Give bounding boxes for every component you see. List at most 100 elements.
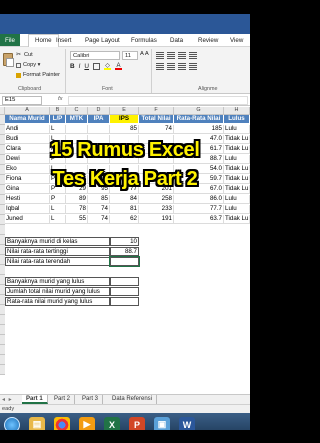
table-cell[interactable] — [110, 135, 139, 144]
font-grow-buttons[interactable]: A A — [140, 51, 149, 57]
table-cell[interactable]: 54.0 — [174, 165, 224, 174]
column-header[interactable]: H — [224, 107, 250, 115]
table-cell[interactable]: Juned — [5, 215, 50, 224]
table-cell[interactable]: 77 — [110, 185, 139, 194]
row-header[interactable] — [0, 355, 5, 365]
sheet-tab-part2[interactable]: Part 2 — [50, 395, 76, 404]
file-explorer-icon[interactable]: ▤ — [29, 416, 45, 430]
font-size-select[interactable]: 11 — [122, 51, 138, 60]
table-cell[interactable]: 78 — [66, 205, 88, 214]
tab-review[interactable]: Review — [198, 37, 218, 44]
tab-home[interactable]: Home — [28, 34, 59, 47]
row-header[interactable] — [0, 345, 5, 355]
table-cell[interactable]: Lulu — [224, 205, 250, 214]
table-cell[interactable] — [110, 165, 139, 174]
name-box[interactable]: E15 — [2, 96, 42, 105]
table-cell[interactable] — [110, 145, 139, 154]
table-cell[interactable]: P — [50, 145, 66, 154]
row-header[interactable] — [0, 305, 5, 315]
table-cell[interactable]: 85 — [110, 125, 139, 134]
tab-page-layout[interactable]: Page Layout — [85, 37, 120, 44]
fill-color-icon[interactable]: ◇ — [104, 63, 112, 70]
table-cell[interactable]: Tidak Lu — [224, 185, 250, 194]
table-cell[interactable]: Iqbal — [5, 205, 50, 214]
sheet-nav-arrows[interactable]: ◂ ▸ — [2, 396, 13, 403]
table-cell[interactable] — [88, 145, 110, 154]
photo-viewer-icon[interactable]: ▣ — [154, 416, 170, 430]
borders-icon[interactable] — [93, 63, 101, 70]
summary-value[interactable]: 10 — [110, 237, 139, 246]
row-header[interactable] — [0, 265, 5, 275]
table-cell[interactable]: L — [50, 135, 66, 144]
table-cell[interactable] — [66, 125, 88, 134]
table-cell[interactable]: 84 — [110, 195, 139, 204]
table-cell[interactable]: Clara — [5, 145, 50, 154]
table-cell[interactable]: 74 — [88, 205, 110, 214]
font-name-select[interactable]: Calibri — [70, 51, 120, 60]
table-cell[interactable]: 56 — [88, 175, 110, 184]
row-header[interactable] — [0, 315, 5, 325]
table-cell[interactable]: Hesti — [5, 195, 50, 204]
table-cell[interactable] — [110, 155, 139, 164]
table-cell[interactable]: 233 — [139, 205, 174, 214]
row-header[interactable] — [0, 225, 5, 235]
sheet-tab-part1[interactable]: Part 1 — [22, 395, 48, 404]
table-cell[interactable]: 86.0 — [174, 195, 224, 204]
table-cell[interactable]: 258 — [139, 195, 174, 204]
row-header[interactable] — [0, 365, 5, 375]
spreadsheet-grid[interactable]: A B C D E F G H Nama Murid L/P MTK IPA IPS To… — [0, 107, 250, 394]
table-cell[interactable] — [88, 155, 110, 164]
table-cell[interactable]: 29 — [66, 185, 88, 194]
table-cell[interactable]: 62 — [110, 215, 139, 224]
table-cell[interactable]: Fiona — [5, 175, 50, 184]
column-header[interactable]: C — [66, 107, 88, 115]
align-middle-icon[interactable] — [167, 52, 175, 59]
table-cell[interactable]: Tidak Lu — [224, 135, 250, 144]
table-cell[interactable]: Lulu — [224, 155, 250, 164]
column-header[interactable]: A — [5, 107, 50, 115]
cut-button[interactable]: ✂ Cut — [16, 52, 33, 58]
excel-icon[interactable]: X — [104, 416, 120, 430]
table-cell[interactable]: P — [50, 155, 66, 164]
tab-insert[interactable]: Insert — [56, 37, 71, 44]
table-cell[interactable] — [88, 125, 110, 134]
start-button-icon[interactable] — [4, 416, 20, 430]
table-cell[interactable]: 61.7 — [174, 145, 224, 154]
table-cell[interactable]: Tidak Lu — [224, 215, 250, 224]
table-cell[interactable]: 67.0 — [174, 185, 224, 194]
align-center-icon[interactable] — [167, 63, 175, 70]
table-cell[interactable] — [139, 165, 174, 174]
table-cell[interactable]: 75 — [110, 175, 139, 184]
media-player-icon[interactable]: ▶ — [79, 416, 95, 430]
table-cell[interactable]: L — [50, 215, 66, 224]
table-cell[interactable] — [66, 155, 88, 164]
table-cell[interactable]: 48 — [66, 175, 88, 184]
tab-formulas[interactable]: Formulas — [131, 37, 157, 44]
table-cell[interactable]: 88.7 — [174, 155, 224, 164]
indent-icon[interactable] — [189, 63, 197, 70]
table-cell[interactable]: Budi — [5, 135, 50, 144]
table-cell[interactable] — [66, 145, 88, 154]
italic-icon[interactable]: I — [79, 63, 81, 70]
table-cell[interactable]: 74 — [139, 125, 174, 134]
table-cell[interactable] — [66, 135, 88, 144]
paste-button[interactable] — [2, 51, 14, 81]
table-cell[interactable]: L — [50, 205, 66, 214]
table-cell[interactable]: 63.7 — [174, 215, 224, 224]
tab-view[interactable]: View — [230, 37, 243, 44]
word-icon[interactable]: W — [179, 416, 195, 430]
orientation-icon[interactable] — [189, 52, 197, 59]
table-cell[interactable]: Tidak Lu — [224, 145, 250, 154]
table-cell[interactable]: L — [50, 125, 66, 134]
table-cell[interactable]: Tidak Lu — [224, 165, 250, 174]
table-cell[interactable] — [88, 135, 110, 144]
summary-value[interactable]: 88.7 — [110, 247, 139, 256]
summary-value[interactable] — [110, 277, 139, 286]
table-cell[interactable]: Gina — [5, 185, 50, 194]
font-color-icon[interactable]: A — [115, 63, 123, 70]
table-cell[interactable]: 81 — [110, 205, 139, 214]
formula-input[interactable] — [68, 96, 248, 105]
align-right-icon[interactable] — [178, 63, 186, 70]
column-header[interactable]: G — [174, 107, 224, 115]
tab-file[interactable]: File — [0, 34, 20, 46]
